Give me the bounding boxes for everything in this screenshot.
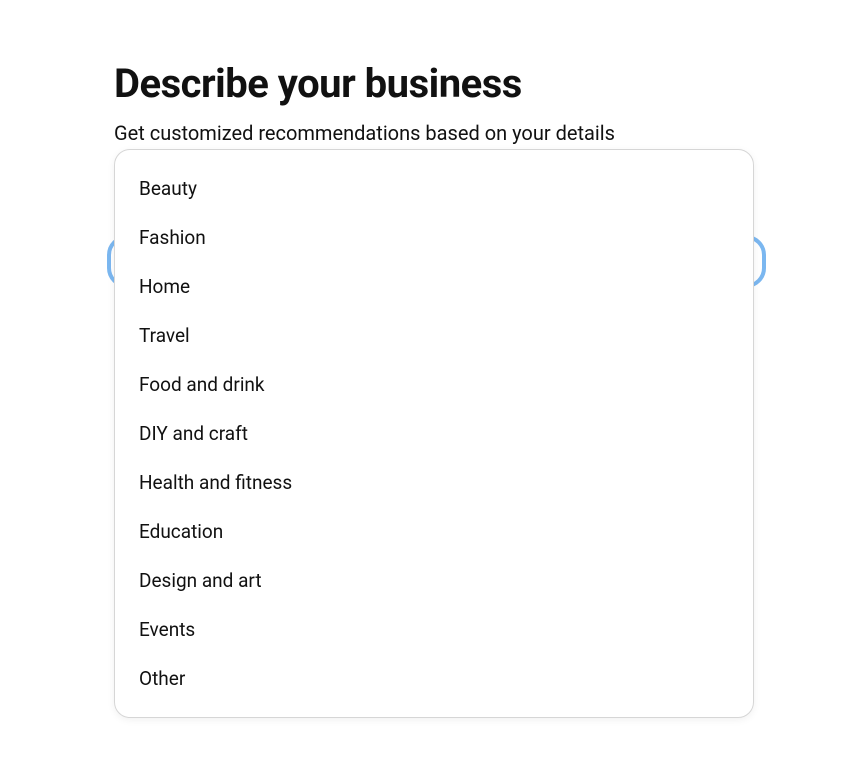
dropdown-option-travel[interactable]: Travel	[115, 311, 753, 360]
dropdown-option-events[interactable]: Events	[115, 605, 753, 654]
dropdown-option-fashion[interactable]: Fashion	[115, 213, 753, 262]
page-subtitle: Get customized recommendations based on …	[114, 121, 749, 145]
dropdown-option-health-and-fitness[interactable]: Health and fitness	[115, 458, 753, 507]
dropdown-option-design-and-art[interactable]: Design and art	[115, 556, 753, 605]
dropdown-option-education[interactable]: Education	[115, 507, 753, 556]
dropdown-option-home[interactable]: Home	[115, 262, 753, 311]
dropdown-option-diy-and-craft[interactable]: DIY and craft	[115, 409, 753, 458]
dropdown-option-beauty[interactable]: Beauty	[115, 164, 753, 213]
dropdown-option-food-and-drink[interactable]: Food and drink	[115, 360, 753, 409]
dropdown-option-other[interactable]: Other	[115, 654, 753, 703]
category-dropdown-panel: Beauty Fashion Home Travel Food and drin…	[114, 149, 754, 718]
page-title: Describe your business	[114, 60, 749, 107]
